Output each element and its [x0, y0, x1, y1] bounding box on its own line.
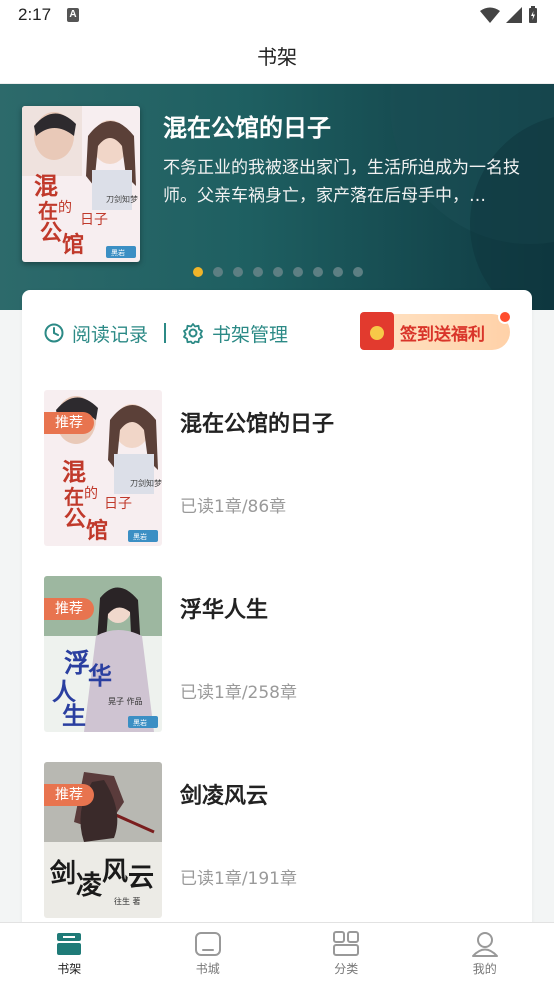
signin-label: 签到送福利	[400, 325, 485, 345]
bookshelf-panel: 阅读记录 书架管理 签到送福利 混 在 的 公 馆 日子 刀剑知梦 黑岩 推荐 …	[22, 290, 532, 930]
bookstore-icon	[194, 932, 221, 956]
reading-progress: 已读1章/191章	[180, 869, 297, 889]
carousel-dot[interactable]	[313, 267, 323, 277]
reading-progress: 已读1章/258章	[180, 683, 297, 703]
carousel-dot[interactable]	[293, 267, 303, 277]
book-cover-art: 混 在 的 公 馆 日子 刀剑知梦 黑岩	[22, 106, 140, 262]
clock-icon	[44, 323, 64, 343]
cover-title-art: 凌	[76, 871, 103, 901]
book-list: 混 在 的 公 馆 日子 刀剑知梦 黑岩 推荐 混在公馆的日子 已读1章/86章	[44, 390, 514, 948]
carousel-dot[interactable]	[333, 267, 343, 277]
cover-author: 晃子 作品	[108, 696, 143, 706]
cover-title-art: 的	[58, 200, 72, 216]
status-time: 2:17	[18, 5, 52, 24]
page-title: 书架	[257, 45, 297, 69]
cover-title-art: 馆	[86, 518, 108, 544]
banner-book-title[interactable]: 混在公馆的日子	[163, 108, 331, 143]
carousel-dot[interactable]	[193, 267, 203, 277]
bookshelf-icon	[57, 933, 82, 955]
shelf-manage-label: 书架管理	[212, 323, 289, 346]
recommend-badge: 推荐	[44, 784, 94, 806]
book-list-item[interactable]: 混 在 的 公 馆 日子 刀剑知梦 黑岩 推荐 混在公馆的日子 已读1章/86章	[44, 390, 514, 576]
book-title[interactable]: 混在公馆的日子	[180, 406, 334, 438]
carousel-indicator	[193, 267, 363, 277]
cover-title-art: 公	[40, 220, 62, 246]
cover-title-art: 的	[84, 486, 98, 502]
signin-reward-button[interactable]: 签到送福利	[360, 310, 512, 352]
cover-title-art: 云	[128, 863, 154, 893]
cover-publisher-logo: 黑岩	[133, 718, 147, 727]
cover-title-art: 混	[34, 171, 58, 200]
nav-profile[interactable]: 我的	[416, 923, 554, 984]
cover-title-art: 日子	[80, 212, 108, 228]
notification-dot	[498, 310, 512, 324]
cover-title-art: 馆	[62, 232, 84, 258]
shelf-manage-link[interactable]: 书架管理	[182, 320, 288, 347]
carousel-dot[interactable]	[233, 267, 243, 277]
cover-author: 往生 著	[114, 896, 141, 906]
category-grid-icon	[333, 931, 360, 956]
reading-progress: 已读1章/86章	[180, 497, 287, 517]
book-title[interactable]: 剑凌风云	[180, 778, 268, 810]
cover-title-art: 浮	[64, 649, 90, 679]
battery-icon	[529, 6, 537, 23]
cover-title-art: 公	[64, 506, 86, 532]
status-icons	[480, 6, 538, 24]
cover-author: 刀剑知梦	[106, 194, 138, 204]
book-title[interactable]: 浮华人生	[180, 592, 268, 624]
nav-bookshelf[interactable]: 书架	[0, 923, 139, 984]
book-cover[interactable]: 剑 凌 风 云 往生 著 推荐	[44, 762, 162, 918]
banner-book-description: 不务正业的我被逐出家门，生活所迫成为一名技师。父亲车祸身亡，家产落在后母手中，…	[163, 158, 520, 206]
cover-publisher-logo: 黑岩	[133, 532, 147, 541]
gear-icon	[183, 323, 203, 344]
app-header: 书架	[0, 30, 554, 84]
red-envelope-icon	[360, 312, 394, 350]
bottom-navigation: 书架 书城 分类 我的	[0, 922, 554, 984]
nav-label: 书城	[195, 962, 220, 976]
cover-title-art: 混	[62, 457, 86, 486]
book-list-item[interactable]: 剑 凌 风 云 往生 著 推荐 剑凌风云 已读1章/191章	[44, 762, 514, 948]
nav-label: 我的	[472, 962, 497, 976]
carousel-dot[interactable]	[253, 267, 263, 277]
signal-icon	[506, 7, 522, 23]
cover-title-art: 华	[88, 661, 112, 690]
nav-label: 分类	[334, 962, 359, 976]
banner-book-cover[interactable]: 混 在 的 公 馆 日子 刀剑知梦 黑岩	[22, 106, 140, 262]
book-cover[interactable]: 混 在 的 公 馆 日子 刀剑知梦 黑岩 推荐	[44, 390, 162, 546]
reading-history-label: 阅读记录	[72, 323, 149, 346]
recommend-badge: 推荐	[44, 598, 94, 620]
featured-banner[interactable]: 混 在 的 公 馆 日子 刀剑知梦 黑岩 混在公馆的日子 不务正业的我被逐出家门…	[0, 84, 554, 322]
recommend-badge: 推荐	[44, 412, 94, 434]
wifi-icon	[480, 7, 500, 23]
cover-title-art: 剑	[50, 858, 76, 889]
carousel-dot[interactable]	[353, 267, 363, 277]
shelf-toolbar: 阅读记录 书架管理	[44, 318, 288, 348]
carousel-dot[interactable]	[273, 267, 283, 277]
reading-history-link[interactable]: 阅读记录	[44, 320, 148, 347]
cover-publisher-logo: 黑岩	[111, 248, 125, 257]
profile-icon	[471, 932, 498, 957]
nav-bookstore[interactable]: 书城	[139, 923, 278, 984]
nav-label: 书架	[57, 962, 82, 976]
cover-title-art: 日子	[104, 496, 132, 512]
carousel-dot[interactable]	[213, 267, 223, 277]
toolbar-divider	[164, 323, 167, 343]
nav-category[interactable]: 分类	[277, 923, 416, 984]
status-bar: 2:17 A	[0, 0, 554, 30]
cover-author: 刀剑知梦	[130, 478, 162, 488]
cover-title-art: 生	[62, 701, 86, 730]
book-list-item[interactable]: 浮 华 人 生 晃子 作品 黑岩 推荐 浮华人生 已读1章/258章	[44, 576, 514, 762]
cover-title-art: 风	[102, 857, 128, 887]
book-cover[interactable]: 浮 华 人 生 晃子 作品 黑岩 推荐	[44, 576, 162, 732]
notification-icon: A	[67, 8, 79, 22]
